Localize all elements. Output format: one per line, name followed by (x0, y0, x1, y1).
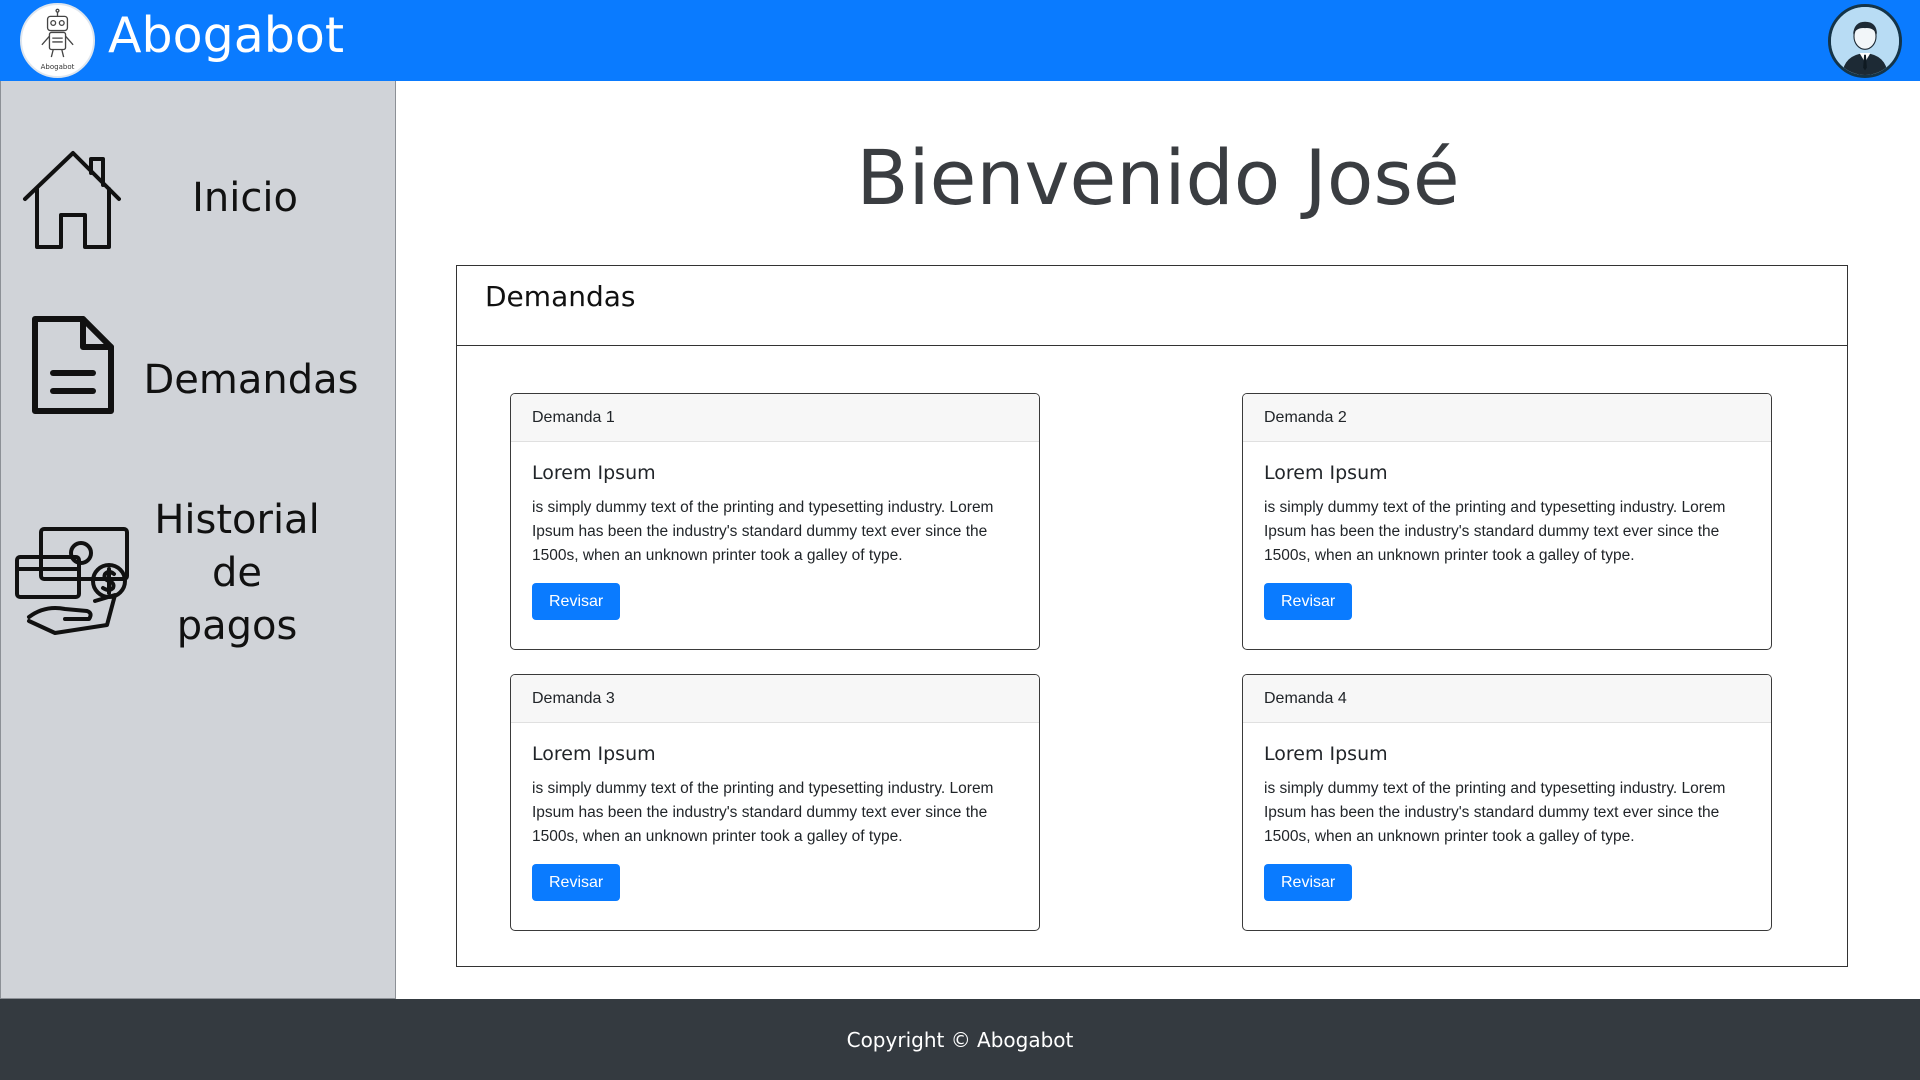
revisar-button[interactable]: Revisar (532, 864, 621, 901)
brand-name[interactable]: Abogabot (108, 6, 344, 66)
panel-title: Demandas (485, 280, 636, 313)
logo[interactable]: Abogabot (20, 3, 95, 78)
card-header: Demanda 1 (511, 394, 1039, 442)
sidebar-item-demandas[interactable]: Demandas (1, 311, 395, 431)
card-title: Lorem Ipsum (532, 743, 656, 765)
sidebar: Inicio Demandas Historial de pagos (0, 81, 396, 999)
document-icon (32, 316, 114, 414)
demanda-card: Demanda 4 Lorem Ipsum is simply dummy te… (1242, 674, 1772, 931)
demandas-panel: Demandas Demanda 1 Lorem Ipsum is simply… (456, 265, 1848, 967)
card-text: is simply dummy text of the printing and… (532, 780, 994, 845)
logo-caption: Abogabot (40, 63, 75, 71)
top-navbar: Abogabot Abogabot (0, 0, 1920, 81)
sidebar-item-label: Inicio (192, 175, 298, 221)
card-text: is simply dummy text of the printing and… (532, 499, 994, 564)
sidebar-item-label-line: Historial (154, 497, 320, 543)
card-header: Demanda 2 (1243, 394, 1771, 442)
card-header: Demanda 4 (1243, 675, 1771, 723)
sidebar-item-label: Demandas (143, 357, 359, 403)
card-title: Lorem Ipsum (1264, 462, 1388, 484)
revisar-button[interactable]: Revisar (1264, 864, 1353, 901)
card-title: Lorem Ipsum (1264, 743, 1388, 765)
sidebar-item-label-line: pagos (176, 603, 298, 649)
revisar-button[interactable]: Revisar (1264, 583, 1353, 620)
user-avatar-icon (1831, 7, 1899, 75)
footer: Copyright © Abogabot (0, 999, 1920, 1080)
copyright-text: Copyright © Abogabot (846, 1028, 1074, 1052)
revisar-button[interactable]: Revisar (532, 583, 621, 620)
payment-icon (15, 527, 129, 635)
card-title: Lorem Ipsum (532, 462, 656, 484)
home-icon (23, 151, 121, 249)
user-avatar[interactable] (1828, 4, 1902, 78)
sidebar-item-inicio[interactable]: Inicio (1, 141, 395, 261)
card-text: is simply dummy text of the printing and… (1264, 499, 1726, 564)
sidebar-item-label-line: de (212, 550, 262, 596)
page-title: Bienvenido José (856, 133, 1460, 222)
sidebar-item-historial-de-pagos[interactable]: Historial de pagos (1, 481, 395, 661)
card-header: Demanda 3 (511, 675, 1039, 723)
demanda-card: Demanda 3 Lorem Ipsum is simply dummy te… (510, 674, 1040, 931)
card-text: is simply dummy text of the printing and… (1264, 780, 1726, 845)
demanda-card: Demanda 2 Lorem Ipsum is simply dummy te… (1242, 393, 1772, 650)
panel-header: Demandas (457, 266, 1847, 346)
demanda-card: Demanda 1 Lorem Ipsum is simply dummy te… (510, 393, 1040, 650)
